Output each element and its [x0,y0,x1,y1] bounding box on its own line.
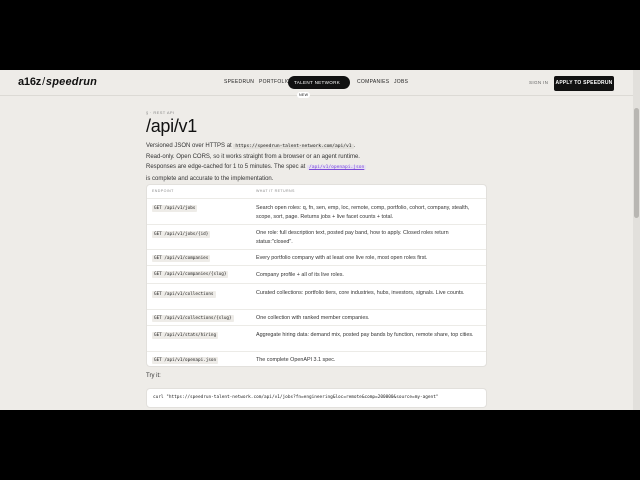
scrollbar-thumb[interactable] [634,108,639,218]
column-header-endpoint: ENDPOINT [152,189,174,193]
endpoint-code: GET /api/v1/stats/hiring [152,332,219,339]
openapi-spec-link[interactable]: /api/v1/openapi.json [306,165,367,171]
nav-link-companies[interactable]: COMPANIES [357,79,389,85]
intro-line-3: Responses are edge-cached for 1 to 5 min… [146,164,307,171]
endpoint-description: One collection with ranked member compan… [256,315,370,321]
table-row: GET /api/v1/collections Curated collecti… [147,283,486,309]
table-row: GET /api/v1/jobs Search open roles: q, f… [147,198,486,224]
nav-link-speedrun[interactable]: SPEEDRUN [224,79,254,85]
base-url-code: https://speedrun-talent-network.com/api/… [233,144,354,149]
logo[interactable]: a16z/speedrun [18,76,97,88]
table-row: GET /api/v1/companies Every portfolio co… [147,249,486,265]
endpoint-code: GET /api/v1/collections [152,291,216,298]
table-row: GET /api/v1/openapi.json The complete Op… [147,351,486,367]
table-row: GET /api/v1/stats/hiring Aggregate hirin… [147,325,486,351]
page-title: /api/v1 [146,116,197,136]
logo-brand: speedrun [45,76,98,88]
new-badge: NEW [297,92,311,98]
apply-button[interactable]: APPLY TO SPEEDRUN [554,76,614,91]
section-eyebrow: § · REST API [146,110,175,115]
endpoint-description: Search open roles: q, fn, sen, emp, loc,… [256,205,470,220]
nav-link-talent-network[interactable]: TALENT NETWORK NEW [288,76,350,98]
endpoint-description: The complete OpenAPI 3.1 spec. [256,357,336,363]
intro-line-1-end: . [353,143,356,149]
column-header-returns: WHAT IT RETURNS [256,189,295,193]
nav-link-portfolio[interactable]: PORTFOLIO [259,79,291,85]
main-content: § · REST API /api/v1 Versioned JSON over… [146,110,488,408]
table-row: GET /api/v1/jobs/{id} One role: full des… [147,224,486,249]
logo-prefix: a16z [18,76,42,88]
intro-line-2: Read-only. Open CORS, so it works straig… [146,154,360,161]
curl-example-block[interactable]: curl "https://speedrun-talent-network.co… [146,388,487,408]
endpoint-description: One role: full description text, posted … [256,230,449,245]
letterbox-bottom [0,410,640,480]
endpoint-code: GET /api/v1/jobs/{id} [152,231,211,238]
endpoint-code: GET /api/v1/openapi.json [152,357,219,364]
endpoint-code: GET /api/v1/companies [152,255,211,262]
table-row: GET /api/v1/collections/{slug} One colle… [147,309,486,325]
talent-network-label: TALENT NETWORK [294,80,341,85]
endpoint-code: GET /api/v1/collections/{slug} [152,315,234,322]
intro-line-1: Versioned JSON over HTTPS at [146,143,234,149]
letterbox-top [0,0,640,70]
nav-link-jobs[interactable]: JOBS [394,79,408,85]
endpoints-table: ENDPOINT WHAT IT RETURNS GET /api/v1/job… [146,184,487,367]
curl-command[interactable]: curl "https://speedrun-talent-network.co… [153,395,439,400]
try-it-label: Try it: [146,373,161,379]
browser-viewport: a16z/speedrun SPEEDRUN PORTFOLIO TALENT … [0,70,640,410]
endpoint-code: GET /api/v1/companies/{slug} [152,271,229,278]
intro-text: Versioned JSON over HTTPS at https://spe… [146,141,396,184]
endpoint-description: Curated collections: portfolio tiers, co… [256,290,465,296]
endpoint-code: GET /api/v1/jobs [152,205,198,212]
endpoint-description: Every portfolio company with at least on… [256,255,428,261]
endpoint-description: Aggregate hiring data: demand mix, poste… [256,332,474,338]
intro-line-4: is complete and accurate to the implemen… [146,175,274,182]
endpoint-description: Company profile + all of its live roles. [256,272,344,278]
top-nav: a16z/speedrun SPEEDRUN PORTFOLIO TALENT … [0,70,633,98]
sign-in-link[interactable]: SIGN IN [529,80,548,85]
table-row: GET /api/v1/companies/{slug} Company pro… [147,265,486,283]
